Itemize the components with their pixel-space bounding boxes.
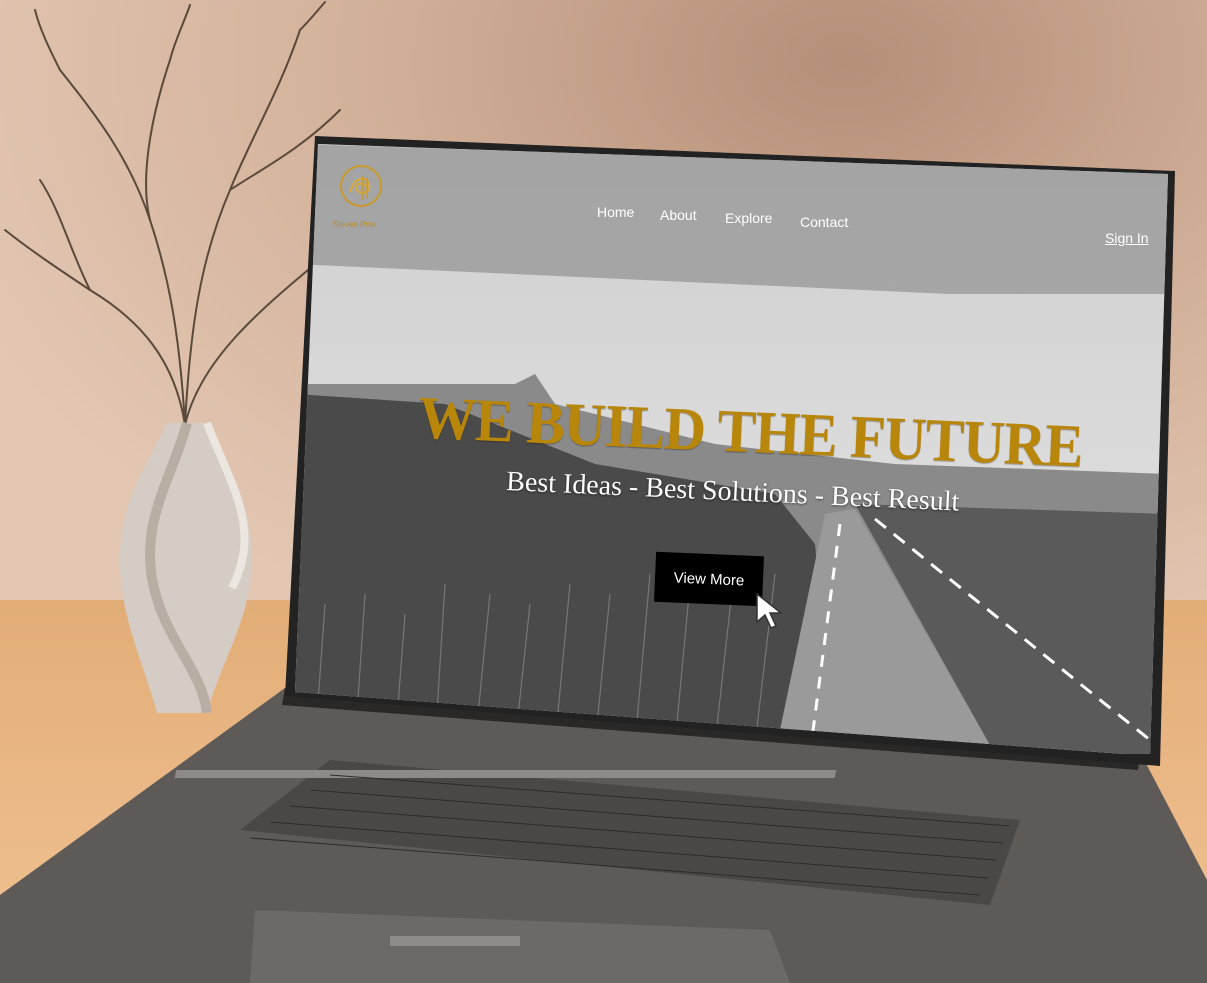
vase-decoration [120,421,252,713]
mouse-cursor-icon [756,592,784,629]
view-more-button[interactable]: View More [654,551,764,607]
nav-contact-link[interactable]: Contact [800,214,848,230]
nav-about-link[interactable]: About [660,207,697,223]
sign-in-link[interactable]: Sign In [1105,230,1149,246]
nav-explore-link[interactable]: Explore [725,210,772,226]
brand-logo-icon[interactable] [337,162,385,210]
nav-home-link[interactable]: Home [597,204,634,220]
website-screen: Steven Pnw Home About Explore Contact Si… [295,144,1168,754]
brand-name: Steven Pnw [333,220,376,229]
